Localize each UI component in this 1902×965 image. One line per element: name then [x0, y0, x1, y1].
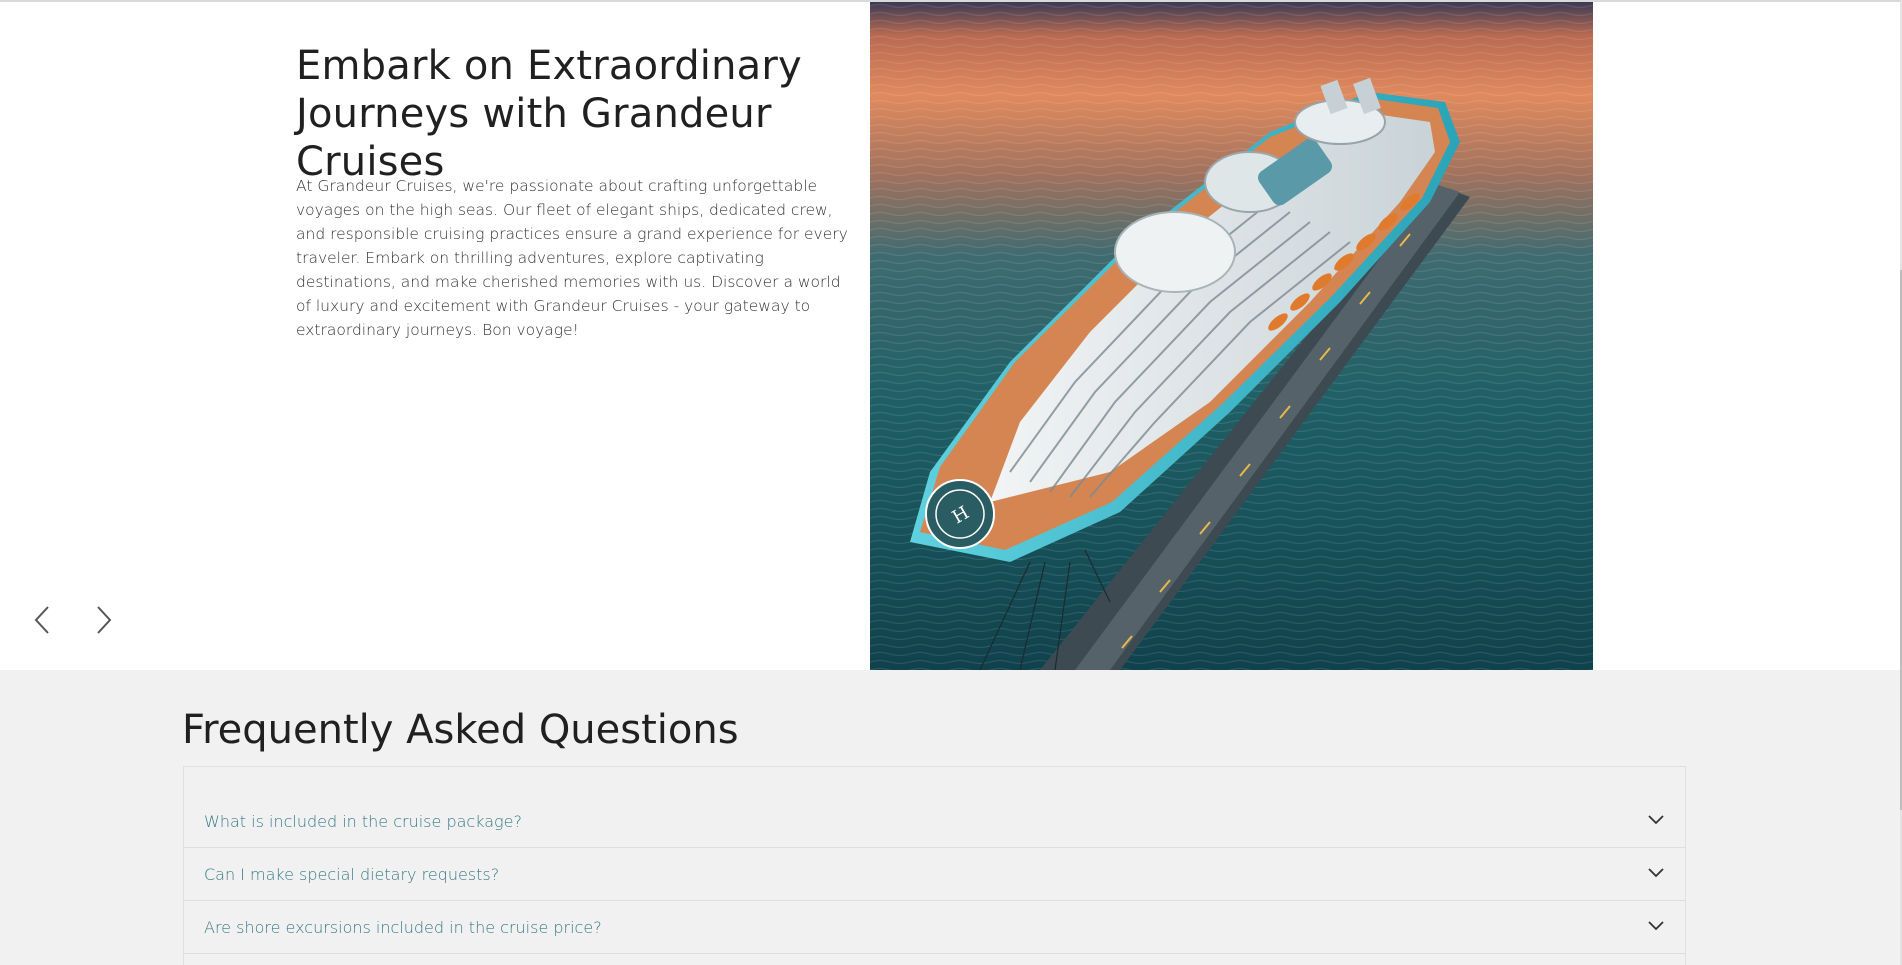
page: Embark on Extraordinary Journeys with Gr…: [0, 0, 1902, 965]
chevron-down-icon: [1648, 868, 1664, 878]
cruise-ship-image: H: [870, 2, 1593, 670]
faq-question: What is included in the cruise package?: [204, 812, 522, 831]
faq-item[interactable]: Can I make special dietary requests?: [184, 848, 1685, 901]
hero-description: At Grandeur Cruises, we're passionate ab…: [296, 177, 848, 339]
chevron-down-icon: [1648, 815, 1664, 825]
faq-item[interactable]: What is included in the cruise package?: [184, 795, 1685, 848]
faq-question: Are shore excursions included in the cru…: [204, 918, 602, 937]
slideshow-next-button[interactable]: [88, 603, 120, 637]
chevron-down-icon: [1648, 921, 1664, 931]
faq-question: Can I make special dietary requests?: [204, 865, 500, 884]
hero-title: Embark on Extraordinary Journeys with Gr…: [296, 43, 802, 185]
hero-slideshow: Embark on Extraordinary Journeys with Gr…: [0, 2, 1900, 670]
slideshow-prev-button[interactable]: [28, 603, 60, 637]
faq-title: Frequently Asked Questions: [182, 707, 739, 753]
faq-accordion: What is included in the cruise package? …: [183, 766, 1686, 965]
faq-item[interactable]: Are shore excursions included in the cru…: [184, 901, 1685, 954]
chevron-left-icon: [34, 606, 49, 634]
chevron-right-icon: [97, 606, 112, 634]
faq-section: Frequently Asked Questions What is inclu…: [0, 670, 1900, 965]
